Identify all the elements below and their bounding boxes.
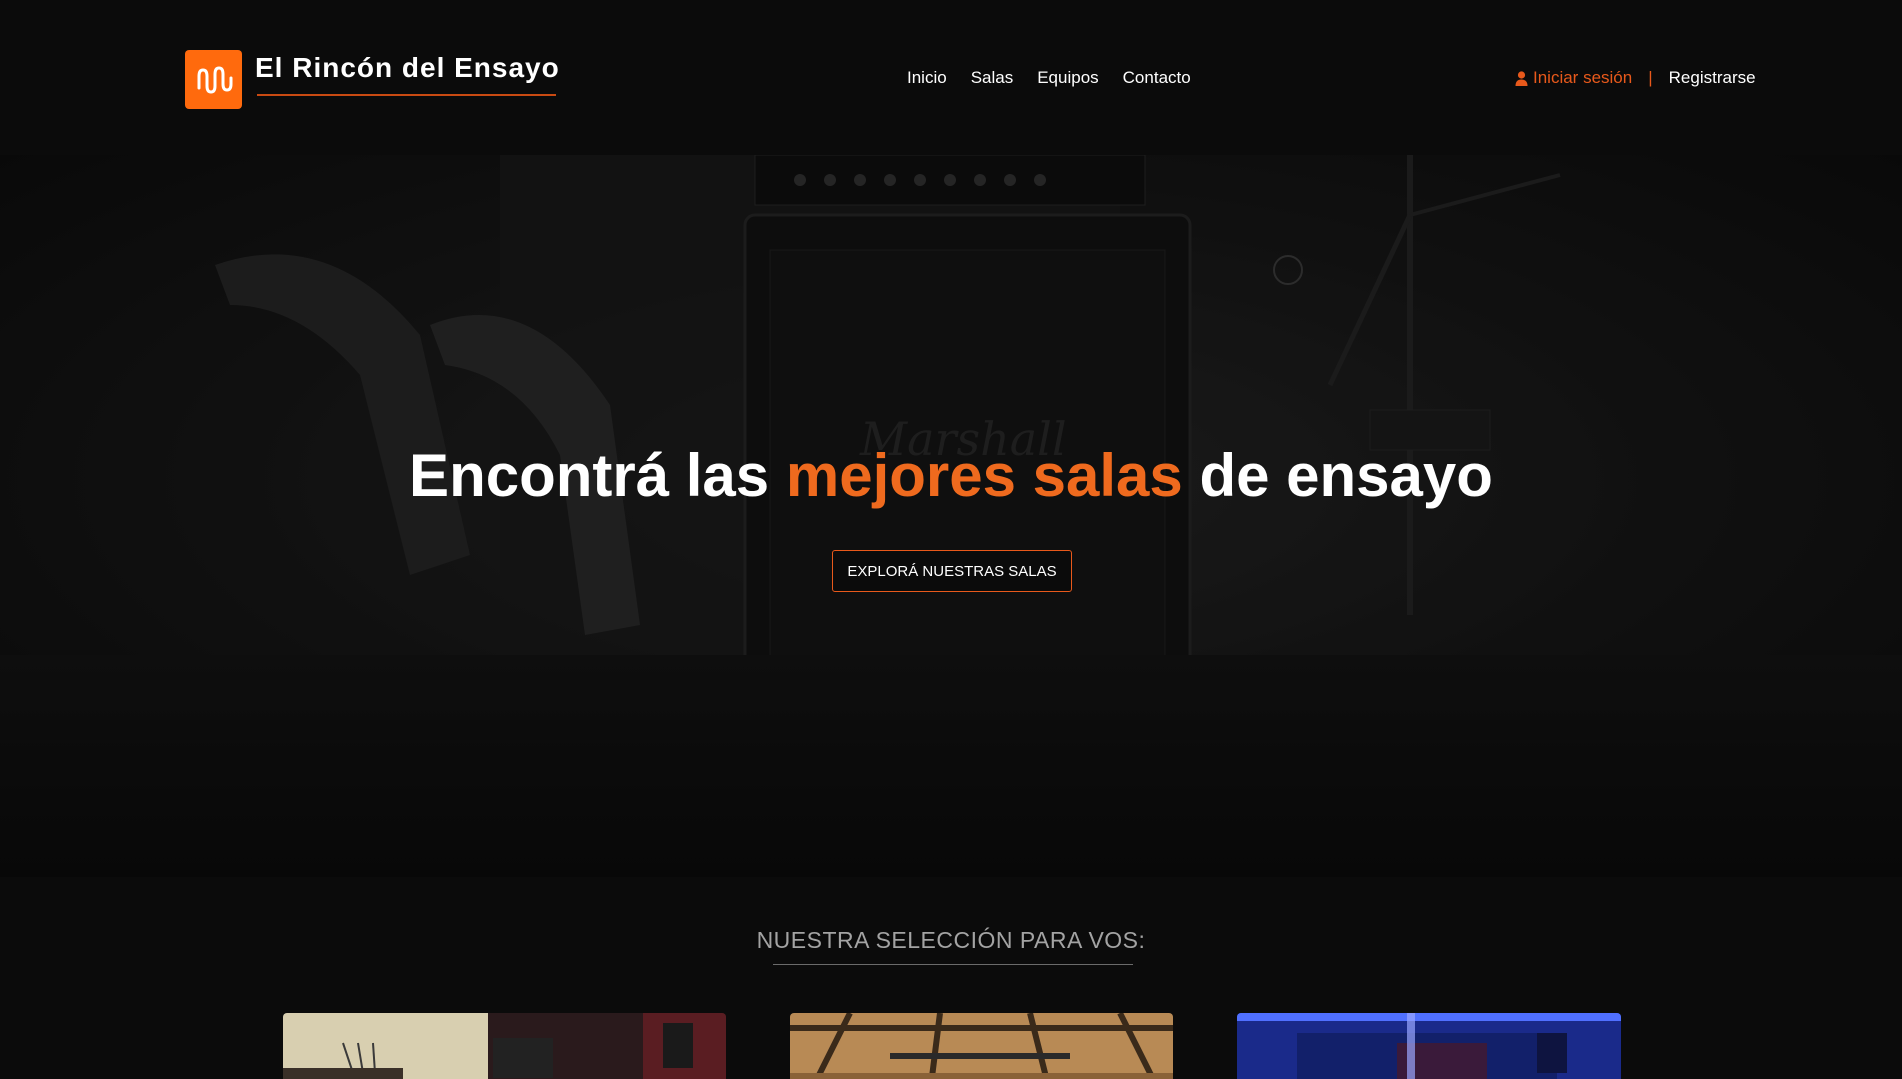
- page: El Rincón del Ensayo Inicio Salas Equipo…: [0, 0, 1902, 1079]
- logo[interactable]: [185, 50, 242, 109]
- sound-wave-icon: [197, 66, 233, 94]
- user-icon: [1515, 70, 1528, 86]
- nav-item-inicio[interactable]: Inicio: [907, 68, 947, 88]
- auth-links: Iniciar sesión | Registrarse: [1515, 68, 1756, 88]
- brand-underline: [257, 94, 556, 96]
- explore-rooms-button[interactable]: EXPLORÁ NUESTRAS SALAS: [832, 550, 1072, 592]
- brand-name[interactable]: El Rincón del Ensayo: [255, 52, 560, 84]
- selection-divider: [773, 964, 1133, 965]
- rehearsal-room-red-photo: [283, 1013, 726, 1079]
- nav-item-salas[interactable]: Salas: [971, 68, 1014, 88]
- hero: Marshall Encontrá las mejores salas de e…: [0, 155, 1902, 877]
- auth-separator: |: [1648, 68, 1653, 87]
- login-label: Iniciar sesión: [1533, 68, 1633, 87]
- hero-title-start: Encontrá las: [409, 442, 786, 509]
- hero-title-end: de ensayo: [1182, 442, 1493, 509]
- rehearsal-room-wood-ceiling-photo: [790, 1013, 1173, 1079]
- site-header: El Rincón del Ensayo Inicio Salas Equipo…: [0, 0, 1902, 155]
- hero-background-photo: Marshall: [0, 155, 1902, 877]
- rehearsal-room-blue-light-photo: [1237, 1013, 1621, 1079]
- room-card-3[interactable]: [1237, 1013, 1621, 1079]
- nav-item-contacto[interactable]: Contacto: [1123, 68, 1191, 88]
- register-link[interactable]: Registrarse: [1669, 68, 1756, 88]
- room-card-1[interactable]: [283, 1013, 726, 1079]
- main-nav: Inicio Salas Equipos Contacto: [907, 68, 1191, 88]
- room-card-2[interactable]: [790, 1013, 1173, 1079]
- nav-item-equipos[interactable]: Equipos: [1037, 68, 1098, 88]
- hero-title: Encontrá las mejores salas de ensayo: [0, 441, 1902, 510]
- hero-title-accent: mejores salas: [785, 442, 1183, 509]
- selection-title: NUESTRA SELECCIÓN PARA VOS:: [756, 927, 1146, 953]
- login-link[interactable]: Iniciar sesión: [1515, 68, 1632, 88]
